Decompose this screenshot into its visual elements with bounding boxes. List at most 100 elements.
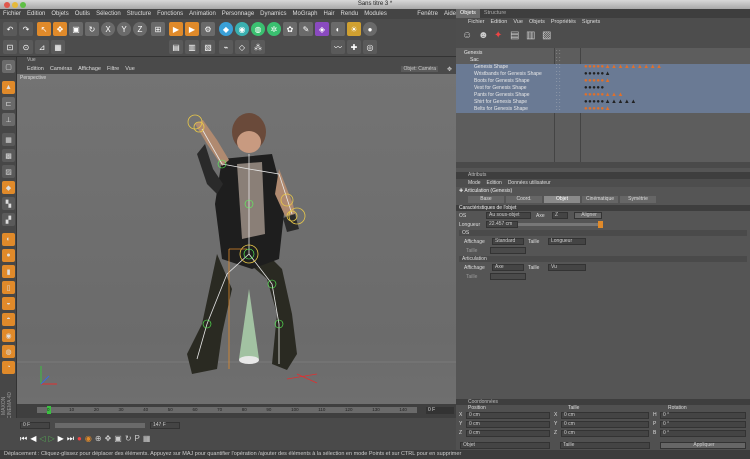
objects-menu-item[interactable]: Objets: [529, 18, 545, 26]
menu-item[interactable]: Personnage: [222, 9, 254, 19]
prev-key-icon[interactable]: ◀: [30, 434, 36, 444]
layer-icon[interactable]: ▥: [526, 30, 535, 41]
object-list-scrollbar[interactable]: [456, 162, 750, 168]
y-axis-icon[interactable]: Y: [117, 22, 131, 36]
visibility-dots-icon[interactable]: ⁚ ⁚: [556, 92, 561, 99]
viewport-nav-icon[interactable]: ✥: [447, 66, 452, 73]
array-icon[interactable]: ✲: [267, 22, 281, 36]
object-mode-icon[interactable]: ▲: [2, 81, 15, 94]
align-button[interactable]: Aligner: [574, 212, 602, 219]
viewport-menu-item[interactable]: Edition: [27, 66, 44, 72]
param-key-icon[interactable]: P: [135, 434, 140, 444]
symmetry-icon[interactable]: ▮: [2, 265, 15, 278]
character-figure[interactable]: [17, 74, 456, 404]
object-row[interactable]: Vest for Genesis Shape ⁚ ⁚ ●●●●●: [456, 85, 750, 92]
tweak-icon[interactable]: ▯: [2, 281, 15, 294]
axe-select[interactable]: Z: [552, 212, 568, 219]
camera-icon[interactable]: ◐: [331, 22, 345, 36]
object-row[interactable]: Genesis Shape ⁚ ⁚ ●●●●●▲▲▲▲▲▲▲▲▲: [456, 64, 750, 71]
attributes-tab[interactable]: Objet: [544, 196, 580, 203]
picture-viewer-icon[interactable]: ▧: [201, 40, 215, 54]
objects-menu-item[interactable]: Propriétés: [551, 18, 576, 26]
coord-size-field[interactable]: 0 cm: [561, 421, 649, 428]
live-selection-icon[interactable]: ↖: [37, 22, 51, 36]
sphere-icon[interactable]: ●: [363, 22, 377, 36]
workplane-tool-icon[interactable]: ◒: [2, 297, 15, 310]
go-to-start-icon[interactable]: ⏮: [20, 434, 27, 444]
viewport-menu-item[interactable]: Affichage: [78, 66, 101, 72]
light-icon[interactable]: ☀: [347, 22, 361, 36]
joint-icon[interactable]: ✚: [347, 40, 361, 54]
brush-icon[interactable]: ●: [2, 249, 15, 262]
interactive-render-icon[interactable]: ▥: [185, 40, 199, 54]
sculpt-icon[interactable]: ◐: [2, 233, 15, 246]
filter-icon[interactable]: ▨: [542, 30, 551, 41]
visibility-dots-icon[interactable]: ⁚ ⁚: [556, 106, 561, 113]
nurbs-icon[interactable]: ◍: [251, 22, 265, 36]
autokey-icon[interactable]: ◉: [85, 434, 92, 444]
render-view-icon[interactable]: ▶: [169, 22, 183, 36]
longueur-slider-handle[interactable]: [598, 221, 603, 228]
record-icon[interactable]: ●: [77, 434, 82, 444]
go-to-end-icon[interactable]: ⏭: [67, 434, 74, 444]
points-tool-icon[interactable]: ▦: [2, 133, 15, 146]
objects-tab[interactable]: Structure: [480, 9, 510, 18]
snap-tool-icon[interactable]: ◓: [2, 313, 15, 326]
taille3-select[interactable]: Vu: [548, 264, 586, 271]
render-active-icon[interactable]: ▤: [169, 40, 183, 54]
snap-icon[interactable]: ⌁: [219, 40, 233, 54]
menu-item[interactable]: MoGraph: [293, 9, 318, 19]
object-row[interactable]: Sac ⁚ ⁚: [456, 57, 750, 64]
play-forward-icon[interactable]: ▷: [49, 434, 55, 444]
coord-rotation-field[interactable]: 0 °: [660, 421, 746, 428]
mograph-icon[interactable]: ⁂: [251, 40, 265, 54]
visibility-dots-icon[interactable]: ⁚ ⁚: [556, 57, 561, 64]
coord-size-select[interactable]: Taille: [560, 442, 650, 449]
coord-mode-select[interactable]: Objet: [460, 442, 550, 449]
coord-rotation-field[interactable]: 0 °: [660, 412, 746, 419]
workplane-icon[interactable]: ◇: [235, 40, 249, 54]
viewport-menu-item[interactable]: Caméras: [50, 66, 72, 72]
menu-item[interactable]: Hair: [324, 9, 335, 19]
cube-icon[interactable]: ◆: [219, 22, 233, 36]
object-row[interactable]: Pants for Genesis Shape ⁚ ⁚ ●●●●●▲▲▲: [456, 92, 750, 99]
keyframe-selection-icon[interactable]: ⊕: [95, 434, 102, 444]
articulation-subsection[interactable]: Articulation: [459, 256, 747, 262]
os-subsection[interactable]: OS: [459, 230, 747, 236]
menu-item[interactable]: Aide: [444, 9, 456, 19]
deformer-icon[interactable]: ✿: [283, 22, 297, 36]
os-select[interactable]: Au sous-objet: [486, 212, 531, 219]
edges-tool-icon[interactable]: ▩: [2, 149, 15, 162]
content-browser-icon[interactable]: ▤: [510, 30, 519, 41]
redo-icon[interactable]: ↷: [19, 22, 33, 36]
objects-menu-item[interactable]: Fichier: [468, 18, 485, 26]
z-axis-icon[interactable]: Z: [133, 22, 147, 36]
rotation-key-icon[interactable]: ↻: [125, 434, 132, 444]
tag-icons[interactable]: ●●●●●: [584, 85, 605, 92]
object-row[interactable]: Wristbands for Genesis Shape ⁚ ⁚ ●●●●●▲: [456, 71, 750, 78]
viewport-3d[interactable]: Perspective: [17, 74, 456, 404]
edges-mode-icon[interactable]: ⊿: [35, 40, 49, 54]
points-mode-icon[interactable]: ⊙: [19, 40, 33, 54]
taille-select[interactable]: Longueur: [548, 238, 586, 245]
menu-item[interactable]: Fenêtre: [417, 9, 438, 19]
object-row[interactable]: Shirt for Genesis Shape ⁚ ⁚ ●●●●●▲▲▲▲▲: [456, 99, 750, 106]
edit-mode-icon[interactable]: ⊡: [3, 40, 17, 54]
tag-icons[interactable]: ●●●●●▲: [584, 106, 611, 113]
pose-icon[interactable]: ✦: [494, 30, 502, 41]
grid-icon[interactable]: ▞: [2, 213, 15, 226]
menu-item[interactable]: Edition: [27, 9, 45, 19]
checker-icon[interactable]: ▚: [2, 197, 15, 210]
coord-size-field[interactable]: 0 cm: [561, 412, 649, 419]
minimize-window-button[interactable]: [12, 2, 18, 8]
lock-tool-icon[interactable]: ◉: [2, 329, 15, 342]
tag-icons[interactable]: ●●●●●▲▲▲▲▲▲▲▲▲: [584, 64, 663, 71]
object-row[interactable]: Boots for Genesis Shape ⁚ ⁚ ●●●●●▲: [456, 78, 750, 85]
close-window-button[interactable]: [4, 2, 10, 8]
visibility-dots-icon[interactable]: ⁚ ⁚: [556, 71, 561, 78]
menu-item[interactable]: Animation: [189, 9, 216, 19]
menu-item[interactable]: Objets: [51, 9, 68, 19]
zoom-window-button[interactable]: [20, 2, 26, 8]
taille2-field[interactable]: [490, 247, 526, 254]
coord-position-field[interactable]: 0 cm: [466, 412, 550, 419]
